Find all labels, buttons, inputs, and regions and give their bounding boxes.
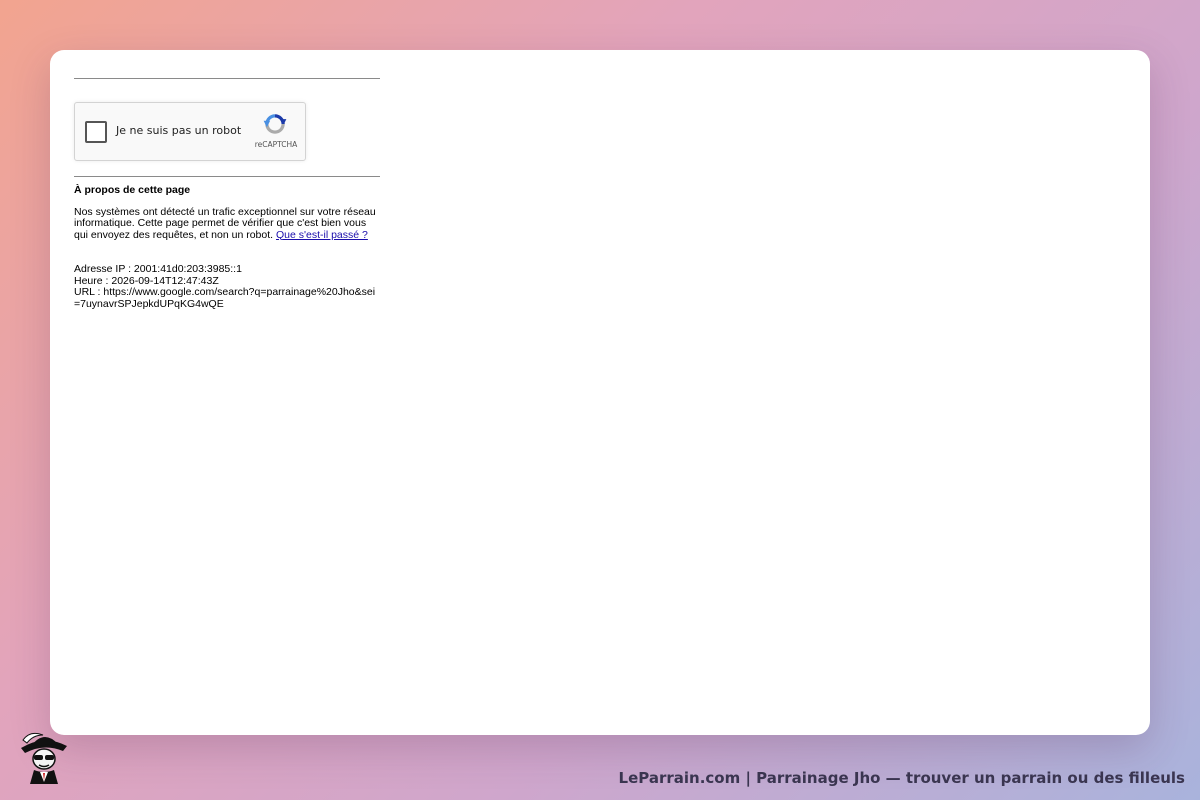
about-title: À propos de cette page [74,184,191,196]
top-divider [74,78,380,79]
mascot-logo-icon [21,732,67,784]
request-info: Adresse IP : 2001:41d0:203:3985::1 Heure… [74,263,380,310]
ip-address: Adresse IP : 2001:41d0:203:3985::1 [74,263,242,275]
request-url: URL : https://www.google.com/search?q=pa… [74,286,376,310]
captcha-page-content: Je ne suis pas un robot reCAPTCHA À prop… [74,78,380,310]
section-divider [74,176,380,177]
recaptcha-logo-icon [263,114,287,134]
recaptcha-widget: Je ne suis pas un robot reCAPTCHA [74,102,306,161]
about-text-block: Nos systèmes ont détecté un trafic excep… [74,206,380,242]
recaptcha-label: Je ne suis pas un robot [116,124,242,137]
footer-caption: LeParrain.com | Parrainage Jho — trouver… [618,769,1185,787]
recaptcha-brand: reCAPTCHA [254,140,298,149]
page-card: Je ne suis pas un robot reCAPTCHA À prop… [50,50,1150,735]
what-happened-link[interactable]: Que s'est-il passé ? [276,229,368,241]
recaptcha-checkbox[interactable] [85,121,107,143]
